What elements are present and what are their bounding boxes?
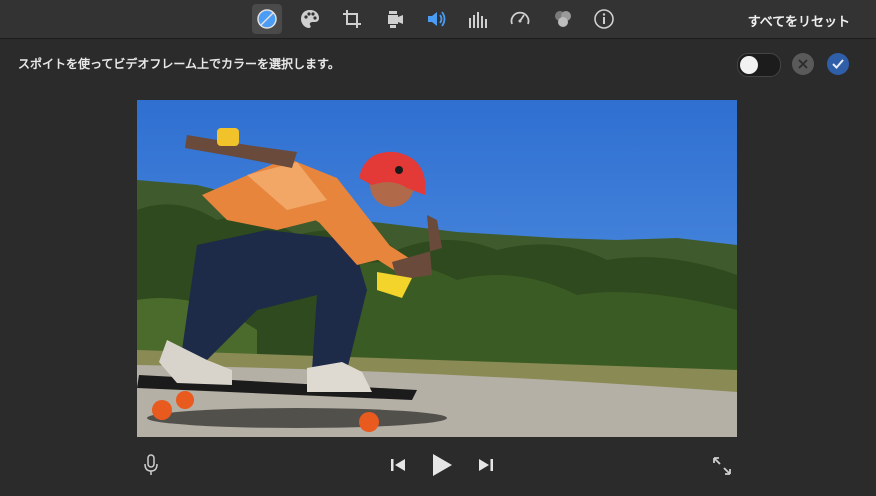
equalizer-icon — [469, 12, 487, 28]
toggle-knob — [740, 56, 758, 74]
volume-button[interactable] — [421, 4, 451, 34]
play-icon — [433, 454, 452, 476]
skip-back-button[interactable] — [388, 457, 408, 473]
speed-button[interactable] — [505, 4, 535, 34]
skip-forward-button[interactable] — [476, 457, 496, 473]
checkmark-icon — [832, 59, 844, 69]
color-palette-icon — [301, 10, 319, 28]
equalizer-button[interactable] — [463, 4, 493, 34]
skip-forward-icon — [479, 459, 493, 471]
stabilization-camera-icon — [388, 11, 403, 28]
microphone-icon — [144, 454, 158, 475]
video-viewer[interactable] — [137, 100, 737, 437]
color-balance-icon — [257, 9, 277, 29]
color-picker-instruction: スポイトを使ってビデオフレーム上でカラーを選択します。 — [18, 57, 340, 71]
video-frame-skateboarder — [137, 100, 737, 437]
apply-button[interactable] — [827, 53, 849, 75]
video-filter-icon — [555, 11, 571, 27]
video-filter-button[interactable] — [548, 4, 578, 34]
skip-back-icon — [391, 459, 405, 471]
play-button[interactable] — [429, 452, 455, 478]
crop-icon — [343, 10, 361, 28]
speed-icon — [510, 11, 530, 25]
info-icon — [594, 9, 614, 29]
info-button[interactable] — [589, 4, 619, 34]
toolbar: すべてをリセット — [0, 0, 876, 39]
color-correction-button[interactable] — [295, 4, 325, 34]
reset-all-button[interactable]: すべてをリセット — [748, 11, 850, 30]
stabilization-button[interactable] — [380, 4, 410, 34]
volume-icon — [428, 11, 446, 27]
voiceover-button[interactable] — [141, 454, 161, 476]
cancel-button[interactable] — [792, 53, 814, 75]
close-icon — [798, 59, 808, 69]
crop-button[interactable] — [337, 4, 367, 34]
fullscreen-button[interactable] — [711, 455, 733, 477]
color-balance-button[interactable] — [252, 4, 282, 34]
fullscreen-icon — [713, 457, 731, 475]
color-match-toggle[interactable] — [737, 53, 781, 77]
